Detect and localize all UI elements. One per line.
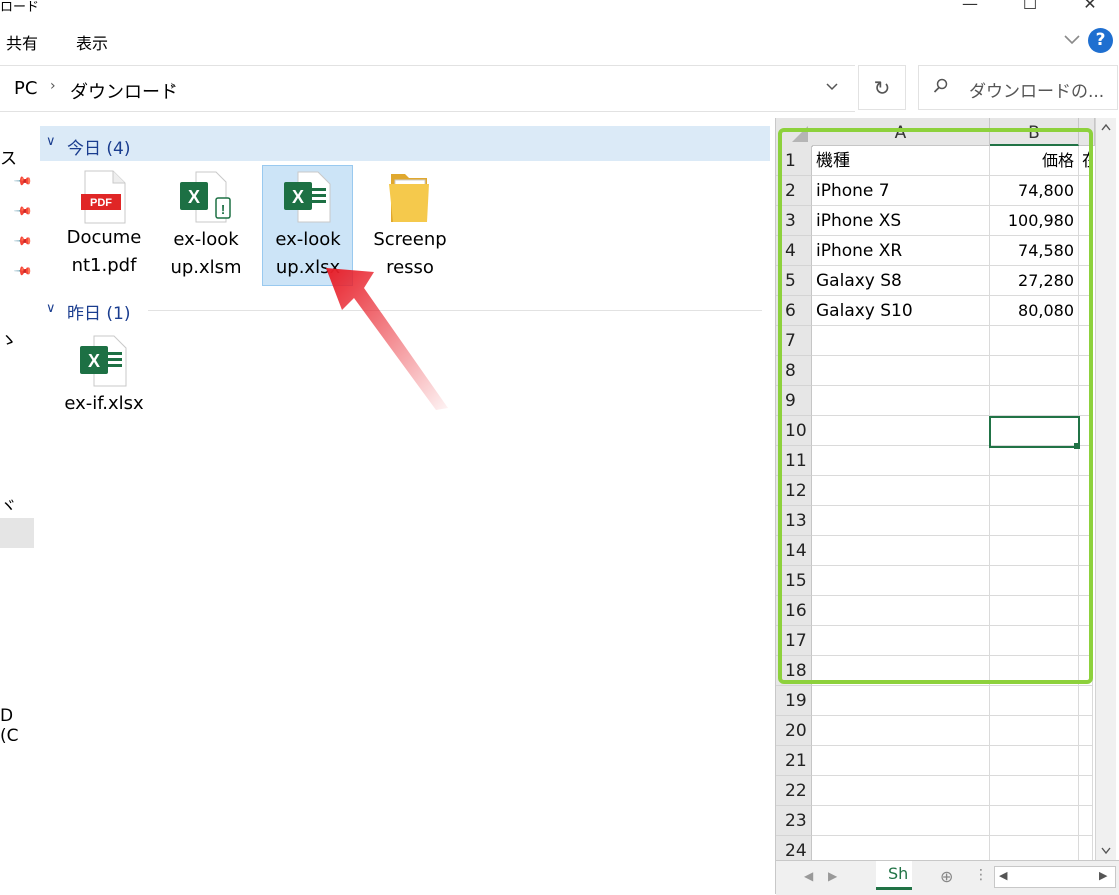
nav-item-fragment[interactable]: ス	[0, 144, 17, 169]
breadcrumb-downloads[interactable]: ダウンロード	[70, 78, 178, 104]
chevron-down-icon[interactable]: ∨	[46, 301, 56, 316]
cell-b19[interactable]	[990, 686, 1079, 716]
scroll-down-icon[interactable]	[1100, 844, 1112, 856]
refresh-icon: ↻	[873, 76, 891, 100]
cell-c20[interactable]	[1079, 716, 1093, 746]
file-name-line1: Screenp	[373, 229, 447, 250]
highlight-frame	[778, 128, 1093, 684]
cell-a19[interactable]	[812, 686, 990, 716]
chevron-right-icon[interactable]: ›	[170, 78, 176, 94]
more-options-icon[interactable]: ⋮	[974, 867, 988, 883]
annotation-arrow-icon	[326, 268, 448, 410]
file-name-line2: up.xlsm	[170, 257, 242, 278]
search-input[interactable]: ダウンロードの...	[918, 65, 1118, 110]
chevron-down-icon[interactable]: ∨	[46, 134, 56, 149]
tab-share[interactable]: 共有	[6, 30, 38, 54]
svg-text:X: X	[188, 187, 200, 207]
cell-a20[interactable]	[812, 716, 990, 746]
row-header[interactable]: 20	[776, 716, 812, 746]
row-header[interactable]: 23	[776, 806, 812, 836]
nav-item-fragment[interactable]: ヾ	[0, 492, 17, 517]
search-placeholder: ダウンロードの...	[969, 82, 1105, 102]
nav-item-drive[interactable]: D (C	[0, 706, 36, 746]
file-item[interactable]: PDF Docume nt1.pdf	[58, 170, 150, 280]
chevron-right-icon[interactable]: ›	[50, 78, 56, 94]
tab-view[interactable]: 表示	[76, 30, 108, 54]
sheet-prev-icon[interactable]: ◀	[804, 869, 813, 883]
group-header-today[interactable]	[40, 126, 770, 161]
cell-b20[interactable]	[990, 716, 1079, 746]
close-icon[interactable]: ✕	[1075, 0, 1105, 14]
sheet-tab-bar: ◀ ▶ Sh ⊕ ⋮ ◀ ▶	[776, 860, 1119, 895]
cell-c19[interactable]	[1079, 686, 1093, 716]
svg-text:PDF: PDF	[90, 197, 112, 209]
cell-a23[interactable]	[812, 806, 990, 836]
nav-item-fragment[interactable]: ゝ	[0, 326, 17, 351]
file-name-line1: Docume	[66, 227, 142, 248]
navigation-pane: ス 📌 📌 📌 📌 ゝ ヾ D (C	[0, 112, 36, 894]
nav-item-selected[interactable]	[0, 518, 34, 548]
excel-macro-icon: X !	[178, 170, 234, 226]
cell-b23[interactable]	[990, 806, 1079, 836]
row-header[interactable]: 21	[776, 746, 812, 776]
refresh-button[interactable]: ↻	[858, 65, 906, 110]
search-icon	[933, 78, 949, 100]
help-icon[interactable]: ?	[1088, 28, 1113, 53]
pin-icon: 📌	[13, 170, 34, 192]
svg-text:X: X	[88, 351, 100, 371]
excel-icon: X	[282, 170, 334, 226]
cell-b21[interactable]	[990, 746, 1079, 776]
address-bar[interactable]: PC › ダウンロード ›	[0, 65, 855, 112]
scroll-up-icon[interactable]	[1100, 122, 1112, 134]
file-name: ex-if.xlsx	[64, 393, 144, 414]
cell-c21[interactable]	[1079, 746, 1093, 776]
svg-text:!: !	[221, 202, 225, 217]
file-item[interactable]: X ex-if.xlsx	[58, 334, 150, 418]
pin-icon: 📌	[13, 200, 34, 222]
group-title-yesterday: 昨日 (1)	[67, 304, 131, 324]
cell-a22[interactable]	[812, 776, 990, 806]
address-dropdown-icon[interactable]	[822, 78, 842, 98]
pin-icon: 📌	[13, 230, 34, 252]
scroll-left-icon[interactable]: ◀	[999, 869, 1007, 882]
row-header[interactable]: 19	[776, 686, 812, 716]
cell-a21[interactable]	[812, 746, 990, 776]
minimize-icon[interactable]: —	[955, 0, 985, 14]
file-name-line2: nt1.pdf	[71, 255, 137, 276]
window-title: ロード	[0, 0, 40, 15]
breadcrumb-pc[interactable]: PC	[14, 78, 37, 99]
sheet-tab-label: Sh	[888, 864, 909, 883]
cell-c23[interactable]	[1079, 806, 1093, 836]
sheet-tab[interactable]: Sh	[876, 861, 912, 890]
row-header[interactable]: 22	[776, 776, 812, 806]
scroll-right-icon[interactable]: ▶	[1099, 869, 1107, 882]
group-title-today: 今日 (4)	[67, 139, 131, 159]
title-bar: ロード — ☐ ✕	[0, 0, 1119, 22]
sheet-next-icon[interactable]: ▶	[828, 869, 837, 883]
file-item[interactable]: X ! ex-look up.xlsm	[160, 170, 252, 282]
cell-c22[interactable]	[1079, 776, 1093, 806]
maximize-icon[interactable]: ☐	[1015, 0, 1045, 14]
chevron-down-icon[interactable]	[1062, 29, 1082, 49]
file-name-line1: ex-look	[173, 229, 239, 250]
add-sheet-icon[interactable]: ⊕	[940, 867, 953, 886]
file-name-line1: ex-look	[275, 229, 341, 250]
ribbon-tabs: 共有 表示	[0, 22, 1119, 60]
pin-icon: 📌	[13, 260, 34, 282]
folder-icon	[387, 170, 433, 226]
excel-icon: X	[78, 334, 130, 390]
horizontal-scrollbar[interactable]: ◀ ▶	[994, 866, 1116, 888]
vertical-scrollbar[interactable]	[1095, 118, 1116, 860]
cell-b22[interactable]	[990, 776, 1079, 806]
svg-text:X: X	[292, 187, 304, 207]
pdf-icon: PDF	[81, 170, 127, 224]
